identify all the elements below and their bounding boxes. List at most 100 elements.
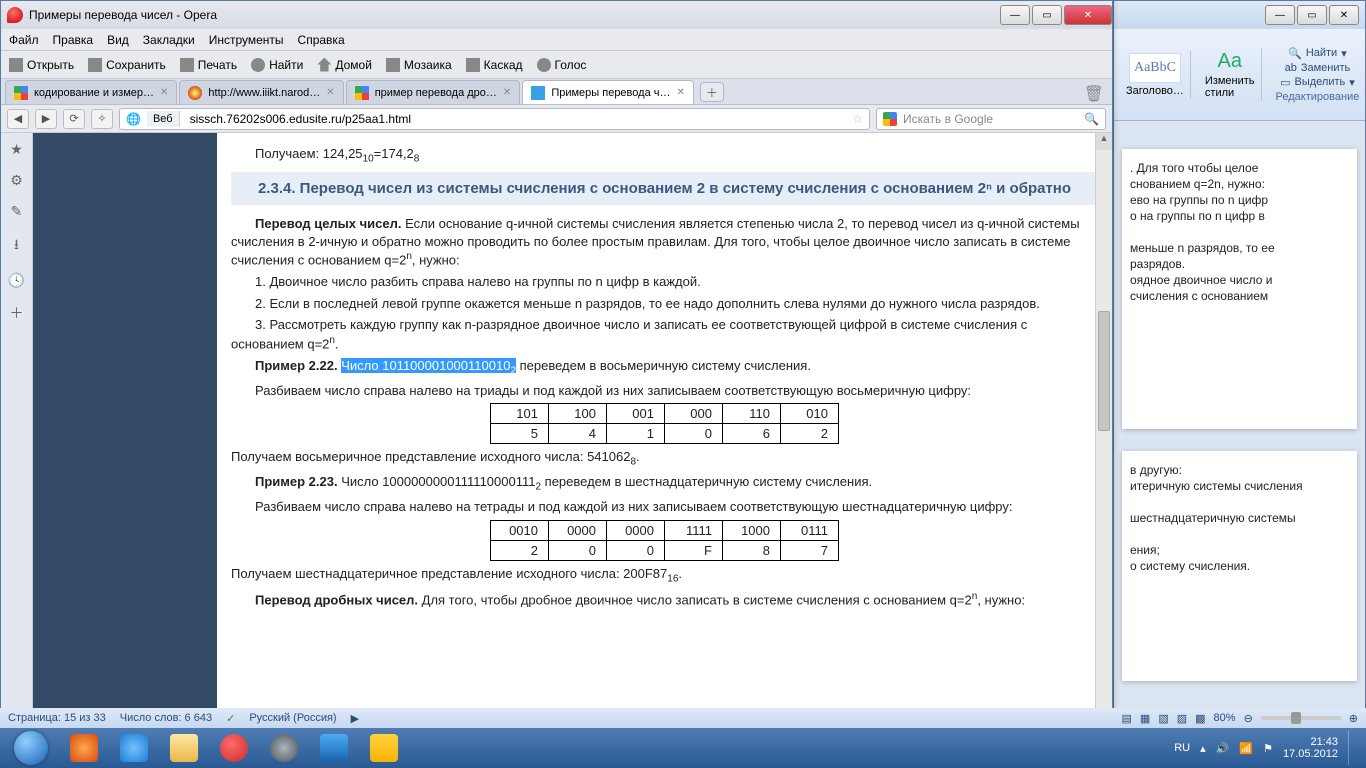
view-print-icon[interactable]: ▤ <box>1122 712 1132 725</box>
tool-tile[interactable]: Мозаика <box>386 58 452 72</box>
select-label: Выделить <box>1294 76 1345 88</box>
tray-arrow-icon[interactable]: ▴ <box>1200 742 1206 755</box>
forward-button[interactable]: ▶ <box>35 109 57 129</box>
closed-tabs-icon[interactable]: 🗑 <box>1084 84 1104 104</box>
status-proofing-icon[interactable]: ✓ <box>226 712 235 725</box>
google-icon <box>883 112 897 126</box>
page-text: 2. Если в последней левой группе окажетс… <box>231 295 1098 313</box>
search-icon[interactable]: 🔍 <box>1084 112 1099 126</box>
panel-bookmarks-icon[interactable]: ★ <box>10 141 23 158</box>
zoom-out-icon[interactable]: ⊖ <box>1244 712 1253 725</box>
view-draft-icon[interactable]: ▩ <box>1195 712 1205 725</box>
menu-help[interactable]: Справка <box>298 33 345 47</box>
wand-button[interactable]: ✧ <box>91 109 113 129</box>
word-statusbar: Страница: 15 из 33 Число слов: 6 643 ✓ Р… <box>0 708 1366 728</box>
menu-view[interactable]: Вид <box>107 33 129 47</box>
maximize-button[interactable]: ▭ <box>1032 5 1062 25</box>
opera-titlebar[interactable]: Примеры перевода чисел - Opera — ▭ ✕ <box>1 1 1112 29</box>
search-icon <box>251 58 265 72</box>
tab-1[interactable]: кодирование и измер…✕ <box>5 80 177 104</box>
tab-4-active[interactable]: Примеры перевода ч…✕ <box>522 80 694 104</box>
address-field[interactable]: 🌐 Веб sissch.76202s006.edusite.ru/p25aa1… <box>119 108 870 130</box>
panel-notes-icon[interactable]: ✎ <box>11 203 23 220</box>
word-document-page-2[interactable]: в другую: итеричную системы счисления ше… <box>1122 451 1357 681</box>
panel-downloads-icon[interactable]: ⭳ <box>14 234 19 258</box>
zoom-value[interactable]: 80% <box>1214 712 1236 724</box>
tool-open[interactable]: Открыть <box>9 58 74 72</box>
save-icon <box>88 58 102 72</box>
tool-home[interactable]: Домой <box>317 58 372 72</box>
tray-clock[interactable]: 21:43 17.05.2012 <box>1283 736 1338 760</box>
replace-button[interactable]: abЗаменить <box>1285 62 1351 74</box>
word-minimize-button[interactable]: — <box>1265 5 1295 25</box>
zoom-thumb[interactable] <box>1291 712 1301 724</box>
tab-label: пример перевода дро… <box>375 87 497 99</box>
scroll-up-icon[interactable]: ▲ <box>1096 133 1112 150</box>
new-tab-button[interactable]: ＋ <box>700 82 724 102</box>
vertical-scrollbar[interactable]: ▲ ▼ <box>1095 133 1112 727</box>
tab-close-icon[interactable]: ✕ <box>160 87 168 98</box>
start-button[interactable] <box>4 730 58 766</box>
view-read-icon[interactable]: ▦ <box>1140 712 1150 725</box>
zoom-slider[interactable] <box>1261 716 1341 720</box>
tab-close-icon[interactable]: ✕ <box>676 87 684 98</box>
taskbar-opera[interactable] <box>210 731 258 765</box>
tool-voice[interactable]: Голос <box>537 58 587 72</box>
word-icon <box>320 734 348 762</box>
tray-lang[interactable]: RU <box>1174 742 1190 754</box>
panel-add-icon[interactable]: ＋ <box>10 303 24 323</box>
word-document-page-1[interactable]: . Для того чтобы целое снованием q=2n, н… <box>1122 149 1357 429</box>
doc-line: меньше n разрядов, то ее <box>1130 241 1349 255</box>
close-button[interactable]: ✕ <box>1064 5 1112 25</box>
tray-volume-icon[interactable]: 🔊 <box>1216 742 1230 755</box>
search-field[interactable]: Искать в Google 🔍 <box>876 108 1106 130</box>
status-macro-icon[interactable]: ▶ <box>351 712 359 725</box>
ribbon-styles-group[interactable]: AaBbC Заголово… <box>1120 51 1191 99</box>
menu-tools[interactable]: Инструменты <box>209 33 284 47</box>
select-button[interactable]: ▭Выделить ▾ <box>1280 76 1355 89</box>
tab-close-icon[interactable]: ✕ <box>326 87 334 98</box>
ribbon-change-styles[interactable]: Aa Изменить стили <box>1199 48 1262 101</box>
scroll-thumb[interactable] <box>1098 311 1110 431</box>
status-page[interactable]: Страница: 15 из 33 <box>8 712 106 724</box>
tool-print[interactable]: Печать <box>180 58 237 72</box>
find-button[interactable]: 🔍Найти ▾ <box>1288 47 1347 60</box>
reload-button[interactable]: ⟳ <box>63 109 85 129</box>
view-web-icon[interactable]: ▧ <box>1158 712 1168 725</box>
triads-table: 101100001000110010 541062 <box>490 403 839 444</box>
taskbar-wmp[interactable] <box>60 731 108 765</box>
word-restore-button[interactable]: ▭ <box>1297 5 1327 25</box>
status-words[interactable]: Число слов: 6 643 <box>120 712 212 724</box>
minimize-button[interactable]: — <box>1000 5 1030 25</box>
menu-edit[interactable]: Правка <box>53 33 94 47</box>
taskbar-word[interactable] <box>310 731 358 765</box>
tray-action-icon[interactable]: ⚑ <box>1263 742 1273 755</box>
back-button[interactable]: ◀ <box>7 109 29 129</box>
tab-3[interactable]: пример перевода дро… ✕ <box>346 80 521 104</box>
tray-network-icon[interactable]: 📶 <box>1239 742 1253 755</box>
taskbar-paint[interactable] <box>360 731 408 765</box>
tab-close-icon[interactable]: ✕ <box>503 87 511 98</box>
replace-icon: ab <box>1285 62 1297 74</box>
status-lang[interactable]: Русский (Россия) <box>249 712 336 724</box>
zoom-in-icon[interactable]: ⊕ <box>1349 712 1358 725</box>
show-desktop-button[interactable] <box>1348 731 1356 765</box>
panel-history-icon[interactable]: 🕓 <box>8 272 25 289</box>
taskbar-hp[interactable] <box>260 731 308 765</box>
page-content[interactable]: Получаем: 124,2510=174,28 2.3.4. Перевод… <box>217 133 1112 727</box>
change-styles-label: Изменить стили <box>1205 75 1255 99</box>
taskbar-ie[interactable] <box>110 731 158 765</box>
web-badge[interactable]: Веб <box>147 111 180 127</box>
tool-save[interactable]: Сохранить <box>88 58 166 72</box>
style-preview[interactable]: AaBbC <box>1129 53 1181 83</box>
panel-widgets-icon[interactable]: ⚙ <box>10 172 23 189</box>
taskbar-explorer[interactable] <box>160 731 208 765</box>
menu-file[interactable]: Файл <box>9 33 39 47</box>
tool-cascade[interactable]: Каскад <box>466 58 523 72</box>
menu-bookmarks[interactable]: Закладки <box>143 33 195 47</box>
word-close-button[interactable]: ✕ <box>1329 5 1359 25</box>
view-outline-icon[interactable]: ▨ <box>1177 712 1187 725</box>
tab-2[interactable]: http://www.iiikt.narod…✕ <box>179 80 343 104</box>
tool-find[interactable]: Найти <box>251 58 303 72</box>
bookmark-star-icon[interactable]: ☆ <box>852 112 863 126</box>
